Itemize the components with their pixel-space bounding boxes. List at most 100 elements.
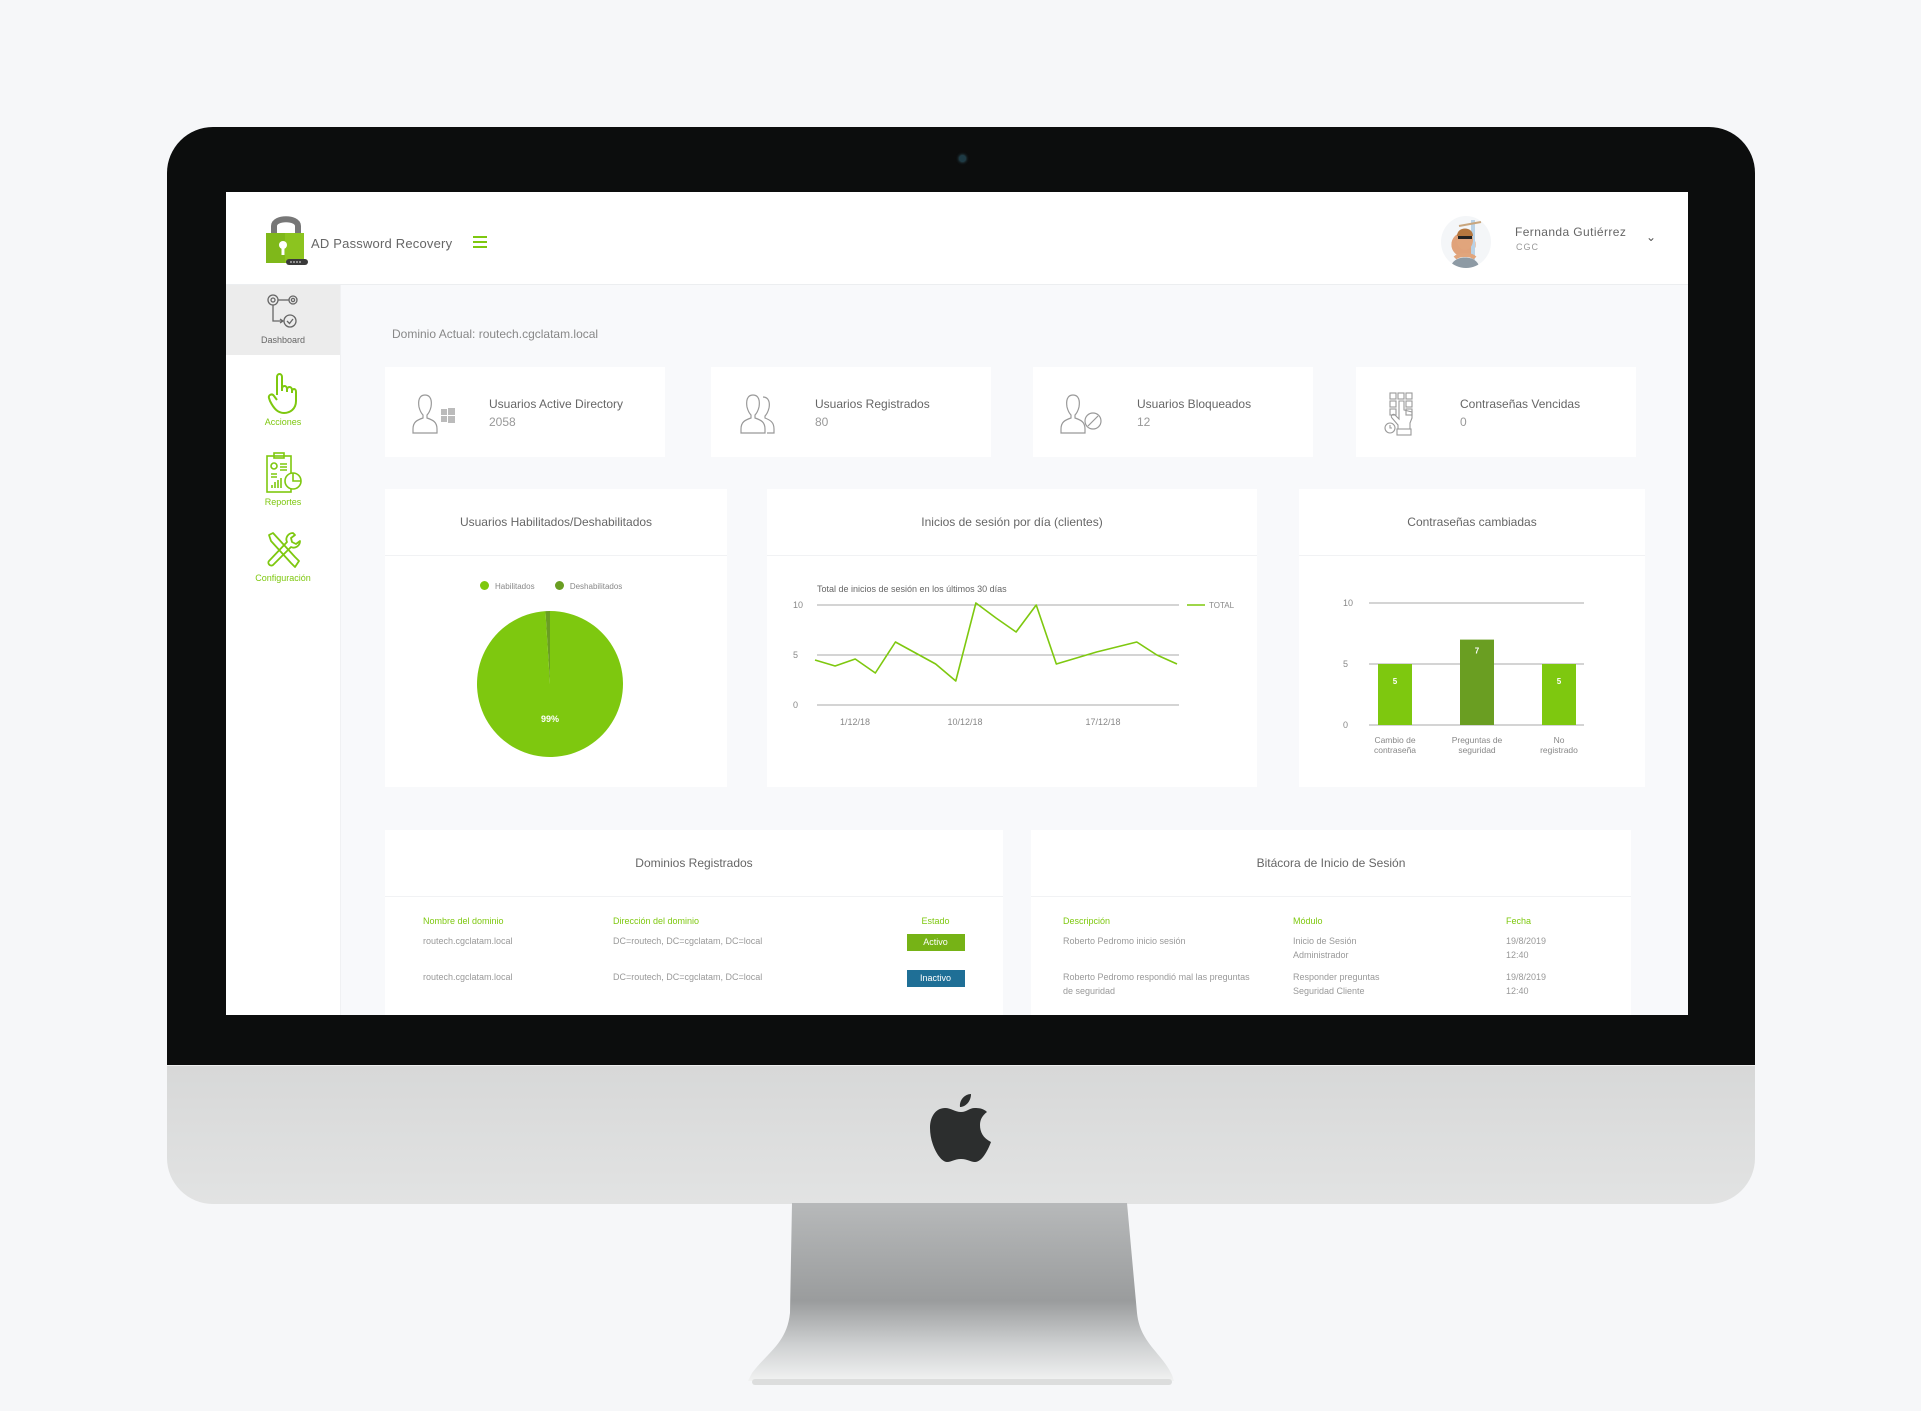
column-header[interactable]: Descripción (1063, 908, 1293, 934)
table-row[interactable]: routech.cgclatam.local DC=routech, DC=cg… (423, 970, 968, 1006)
x-tick-label: contraseña (1374, 745, 1416, 755)
status-badge-active[interactable]: Activo (906, 934, 965, 951)
y-tick-label: 10 (1343, 598, 1353, 608)
log-module-line1: Responder preguntas (1293, 972, 1380, 982)
login-log-panel: Bitácora de Inicio de Sesión Descripción… (1031, 830, 1631, 1015)
report-clipboard-icon (266, 452, 302, 493)
hand-pointer-icon (267, 373, 297, 414)
pie-slice-habilitados[interactable] (477, 611, 623, 757)
line-chart-title: Inicios de sesión por día (clientes) (767, 489, 1257, 556)
x-tick-label: 17/12/18 (1085, 717, 1120, 727)
status-cell: Activo (903, 934, 968, 970)
sidebar-item-label: Reportes (264, 497, 302, 507)
stat-value: 12 (1137, 415, 1151, 429)
log-description: Roberto Pedromo inicio sesión (1063, 936, 1186, 946)
user-name[interactable]: Fernanda Gutiérrez (1515, 225, 1626, 239)
top-header: AD Password Recovery Fernanda Gutiérrez … (226, 192, 1688, 285)
stat-title: Usuarios Active Directory (489, 397, 624, 411)
x-tick-label: registrado (1540, 745, 1578, 755)
log-module: Responder preguntas Seguridad Cliente (1293, 970, 1506, 1006)
legend-item-habilitados[interactable]: Habilitados (480, 581, 535, 591)
log-module-line1: Inicio de Sesión (1293, 936, 1357, 946)
avatar-photo (1451, 220, 1482, 268)
y-tick-label: 0 (793, 700, 798, 710)
sidebar-item-dashboard[interactable]: Dashboard (226, 285, 340, 355)
sidebar-item-label: Acciones (264, 417, 302, 427)
pie-chart: 99% (477, 611, 623, 757)
pie-chart-title: Usuarios Habilitados/Deshabilitados (385, 489, 727, 556)
log-module-line2: Seguridad Cliente (1293, 986, 1365, 996)
stat-value: 0 (1460, 415, 1467, 429)
log-date: 19/8/2019 12:40 (1506, 934, 1603, 970)
x-tick-label: Cambio de (1374, 735, 1415, 745)
login-log-title: Bitácora de Inicio de Sesión (1031, 830, 1631, 897)
column-header[interactable]: Nombre del dominio (423, 908, 613, 934)
stat-card-blocked-users[interactable]: Usuarios Bloqueados 12 (1033, 367, 1313, 457)
user-avatar[interactable] (1441, 216, 1491, 268)
table-header-row: Nombre del dominio Dirección del dominio… (423, 908, 968, 934)
x-tick-label: No (1554, 735, 1565, 745)
legend-dot (480, 581, 489, 590)
domains-table: Nombre del dominio Dirección del dominio… (423, 908, 968, 1006)
log-date: 19/8/2019 12:40 (1506, 970, 1603, 1006)
x-tick-label: seguridad (1458, 745, 1496, 755)
user-blocked-icon (1060, 394, 1102, 434)
column-header[interactable]: Fecha (1506, 908, 1603, 934)
status-badge-inactive[interactable]: Inactivo (906, 970, 965, 987)
workflow-gears-icon (267, 294, 298, 328)
app-title: AD Password Recovery (311, 236, 453, 251)
stat-card-ad-users[interactable]: Usuarios Active Directory 2058 (385, 367, 665, 457)
sidebar-item-label: Dashboard (260, 335, 306, 345)
pie-data-label: 99% (541, 714, 559, 724)
domain-name: routech.cgclatam.local (423, 936, 513, 946)
legend-item-deshabilitados[interactable]: Deshabilitados (554, 581, 622, 591)
y-tick-label: 10 (793, 600, 803, 610)
stat-value: 80 (815, 415, 829, 429)
x-tick-label: 1/12/18 (840, 717, 870, 727)
main-content: Dominio Actual: routech.cgclatam.local U… (341, 285, 1688, 1015)
column-header[interactable]: Módulo (1293, 908, 1506, 934)
legend-dot (554, 581, 564, 590)
log-date-value: 19/8/2019 (1506, 972, 1547, 982)
bar[interactable] (1378, 664, 1412, 725)
bar-chart-panel: Contraseñas cambiadas 0 5 10 5 Cambio de cont… (1299, 489, 1645, 787)
stat-title: Usuarios Registrados (815, 397, 930, 411)
padlock-logo-icon (266, 216, 308, 265)
sidebar-item-configuracion[interactable]: Configuración (226, 529, 340, 583)
domains-panel: Dominios Registrados Nombre del dominio … (385, 830, 1003, 1015)
status-cell: Inactivo (903, 970, 968, 1006)
domain-name: routech.cgclatam.local (423, 972, 513, 982)
log-description: Roberto Pedromo respondió mal las pregun… (1063, 972, 1250, 996)
x-tick-label: Preguntas de (1452, 735, 1503, 745)
bar[interactable] (1542, 664, 1576, 725)
log-time-value: 12:40 (1506, 986, 1529, 996)
monitor-stand (748, 1203, 1174, 1385)
chevron-down-icon[interactable]: ⌄ (1646, 230, 1656, 244)
stat-card-registered-users[interactable]: Usuarios Registrados 80 (711, 367, 991, 457)
legend-label-total: TOTAL (1209, 601, 1235, 610)
stat-card-expired-passwords[interactable]: Contraseñas Vencidas 0 (1356, 367, 1636, 457)
column-header[interactable]: Dirección del dominio (613, 908, 903, 934)
y-tick-label: 5 (1343, 659, 1348, 669)
sidebar-item-reportes[interactable]: Reportes (226, 451, 340, 507)
stat-value: 2058 (489, 415, 516, 429)
table-row[interactable]: Roberto Pedromo inicio sesión Inicio de … (1063, 934, 1603, 970)
current-domain-label: Dominio Actual: routech.cgclatam.local (392, 327, 599, 341)
log-date-value: 19/8/2019 (1506, 936, 1547, 946)
hamburger-icon[interactable] (473, 236, 487, 248)
bar-chart-title: Contraseñas cambiadas (1299, 489, 1645, 556)
sidebar-item-acciones[interactable]: Acciones (226, 371, 340, 427)
column-header[interactable]: Estado (903, 908, 968, 934)
keypad-expired-icon (1384, 392, 1413, 436)
domain-address: DC=routech, DC=cgclatam, DC=local (613, 972, 763, 982)
login-log-table: Descripción Módulo Fecha Roberto Pedromo… (1063, 908, 1603, 1006)
bar-chart: 0 5 10 5 Cambio decontraseña 7 Preguntas deseg… (1343, 598, 1584, 755)
line-chart-panel: Inicios de sesión por día (clientes) Tot… (767, 489, 1257, 787)
pie-legend: Habilitados Deshabilitados (480, 581, 622, 591)
tools-icon (267, 532, 301, 568)
user-organization: CGC (1516, 242, 1539, 252)
table-row[interactable]: routech.cgclatam.local DC=routech, DC=cg… (423, 934, 968, 970)
table-row[interactable]: Roberto Pedromo respondió mal las pregun… (1063, 970, 1603, 1006)
line-chart: 0 5 10 1/12/18 10/12/18 17/12/18 TOTAL (793, 600, 1235, 727)
stat-title: Contraseñas Vencidas (1460, 397, 1581, 411)
